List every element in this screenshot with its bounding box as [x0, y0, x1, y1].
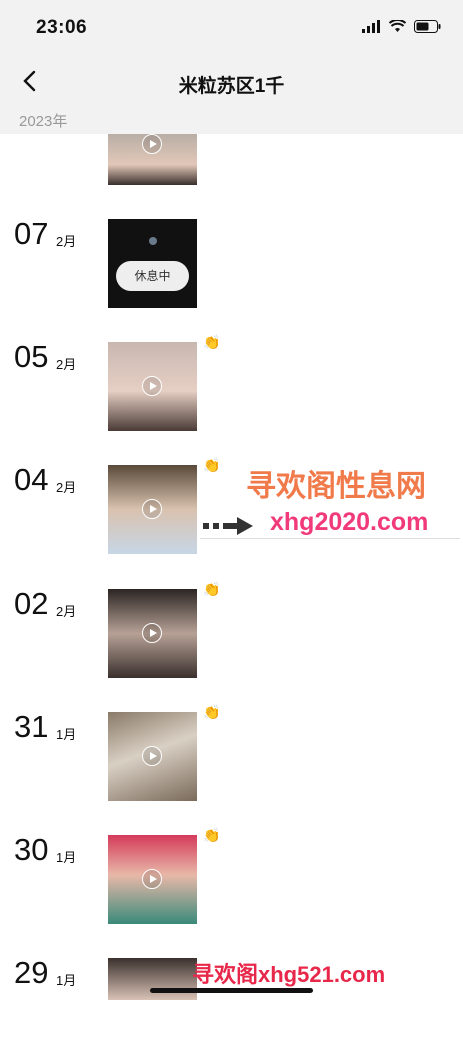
month-label: 2月 — [56, 234, 77, 249]
video-thumbnail[interactable] — [108, 958, 197, 1000]
month-label: 2月 — [56, 357, 77, 372]
list-item: 07 2月 休息中 — [0, 216, 463, 319]
divider — [200, 538, 460, 547]
video-thumbnail[interactable] — [108, 465, 197, 554]
play-icon — [142, 746, 162, 766]
month-label: 1月 — [56, 727, 77, 742]
like-icon[interactable]: 👏 — [203, 827, 220, 844]
thumb-sign-text: 休息中 — [116, 261, 189, 291]
day-label: 04 — [14, 462, 49, 497]
year-label: 2023年 — [19, 113, 68, 130]
watermark-url: xhg2020.com — [270, 508, 429, 536]
video-thumbnail[interactable]: 休息中 — [108, 219, 197, 308]
list-item: 02 2月 👏 — [0, 581, 463, 689]
watermark-bottom: 寻欢阁xhg521.com — [192, 962, 386, 987]
month-label: 1月 — [56, 850, 77, 865]
signal-icon — [362, 20, 380, 33]
list-item: 31 1月 👏 — [0, 704, 463, 812]
page-title: 米粒苏区1千 — [178, 76, 285, 97]
like-icon[interactable]: 👏 — [203, 457, 220, 474]
like-icon[interactable]: 👏 — [203, 704, 220, 721]
video-thumbnail[interactable] — [108, 712, 197, 801]
wifi-icon — [389, 20, 406, 32]
play-icon — [142, 134, 162, 154]
play-icon — [142, 376, 162, 396]
video-thumbnail[interactable] — [108, 835, 197, 924]
play-icon — [142, 623, 162, 643]
like-icon[interactable]: 👏 — [203, 334, 220, 351]
list-item: 30 1月 👏 — [0, 827, 463, 935]
day-label: 31 — [14, 709, 49, 744]
battery-icon — [414, 20, 441, 33]
day-label: 29 — [14, 955, 49, 990]
month-label: 1月 — [56, 973, 77, 988]
video-thumbnail[interactable] — [108, 589, 197, 678]
arrow-right-icon — [203, 517, 253, 535]
day-label: 30 — [14, 832, 49, 867]
status-bar: 23:06 — [0, 0, 463, 56]
video-thumbnail[interactable] — [108, 342, 197, 431]
month-label: 2月 — [56, 480, 77, 495]
day-label: 02 — [14, 586, 49, 621]
status-icons — [362, 20, 441, 33]
month-label: 2月 — [56, 604, 77, 619]
play-icon — [142, 869, 162, 889]
home-indicator[interactable] — [150, 988, 313, 993]
play-icon — [142, 499, 162, 519]
like-icon[interactable]: 👏 — [203, 581, 220, 598]
day-label: 05 — [14, 339, 49, 374]
watermark-title: 寻欢阁性息网 — [246, 470, 426, 503]
partial-video-thumbnail[interactable] — [108, 134, 197, 185]
day-label: 07 — [14, 216, 49, 251]
nav-bar: 米粒苏区1千 2023年 — [0, 56, 463, 134]
status-time: 23:06 — [36, 17, 88, 38]
list-item: 05 2月 👏 — [0, 334, 463, 442]
